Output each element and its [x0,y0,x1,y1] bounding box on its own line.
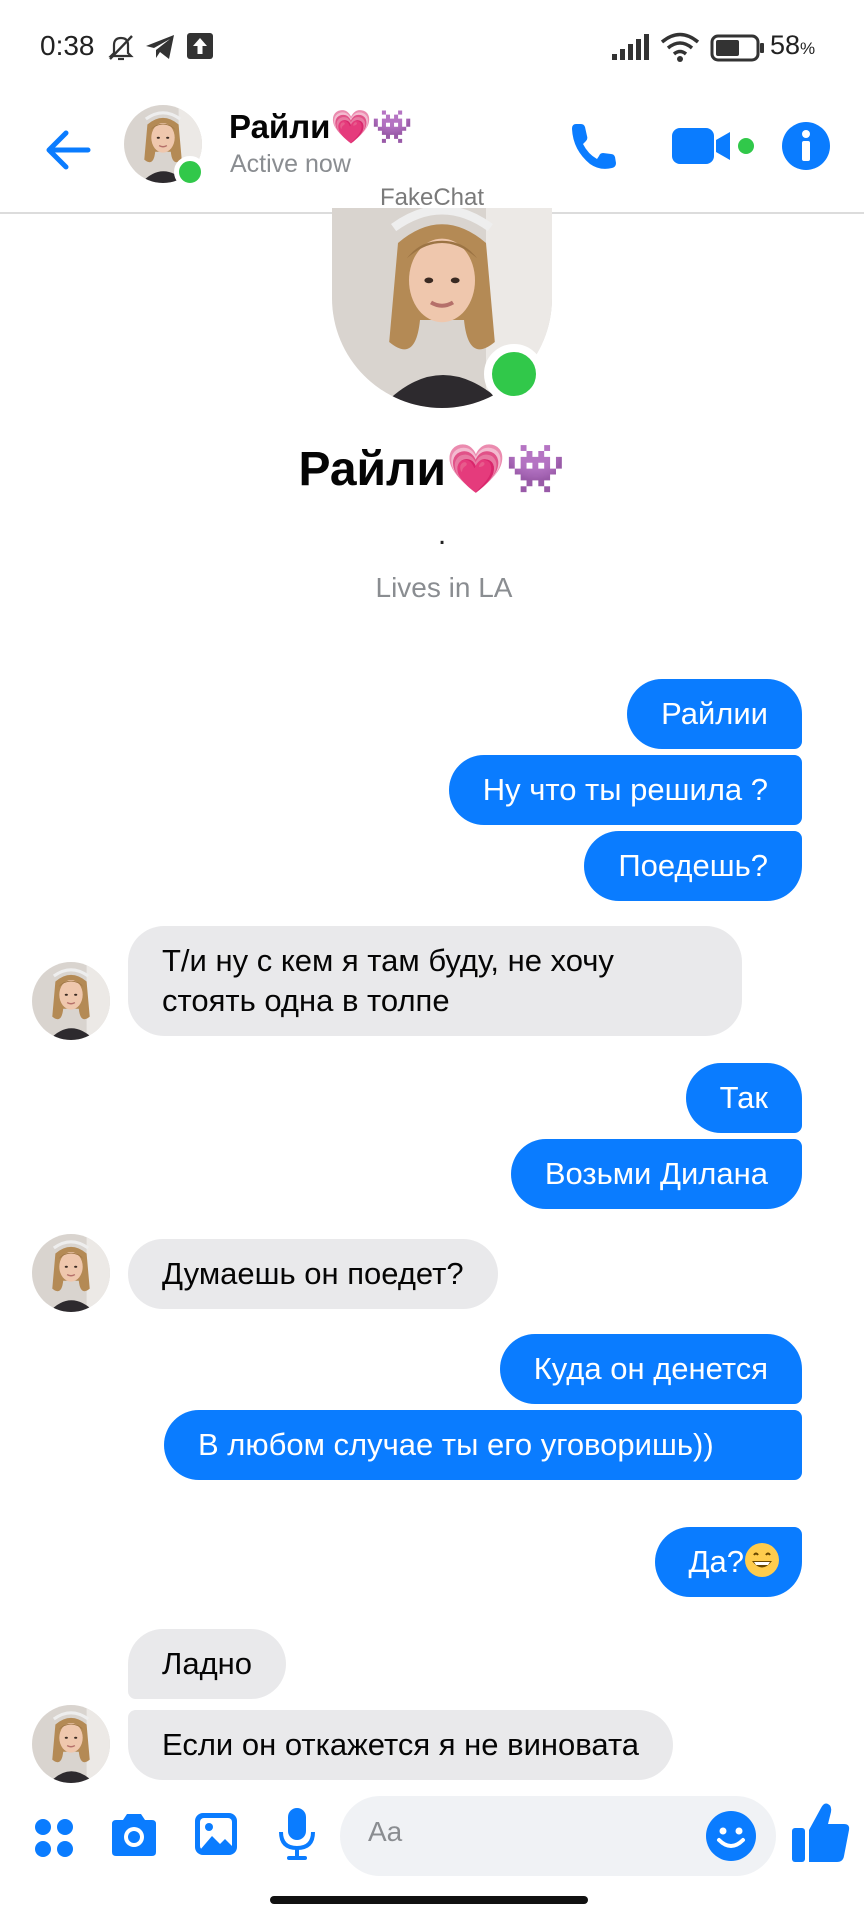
message-outgoing[interactable]: Поедешь? [584,831,802,901]
message-outgoing[interactable]: Ну что ты решила ? [448,755,802,825]
grinning-emoji-icon [745,1543,779,1577]
info-icon[interactable] [780,120,832,172]
message-outgoing[interactable]: Возьми Дилана [510,1139,802,1209]
message-incoming[interactable]: Если он откажется я не виновата [128,1710,674,1780]
profile-bio: . [437,518,447,551]
message-text: Да? [688,1544,744,1579]
signal-icon [612,34,649,60]
avatar-photo [32,962,110,1040]
active-status: Active now [230,150,351,178]
emoji-icon[interactable] [704,1809,758,1863]
gallery-icon[interactable] [192,1810,240,1858]
avatar[interactable] [32,962,110,1040]
message-incoming[interactable]: Ладно [128,1629,287,1699]
message-outgoing[interactable]: Райлии [627,679,802,749]
wifi-icon [660,32,700,62]
message-input-box[interactable] [340,1796,776,1876]
status-bar: 0:38 58% [0,0,864,96]
contact-name[interactable]: Райли💗👾 [229,108,413,147]
message-outgoing[interactable]: Так [685,1063,802,1133]
message-incoming[interactable]: Т/и ну с кем я там буду, не хочу стоять … [128,926,742,1036]
battery-percentage: 58% [770,30,816,60]
upload-icon [187,33,213,59]
avatar-photo [32,1234,110,1312]
message-incoming[interactable]: Думаешь он поедет? [128,1239,498,1309]
message-composer [0,1792,864,1882]
profile-location: Lives in LA [375,572,513,603]
camera-icon[interactable] [108,1812,160,1858]
video-camera-icon[interactable] [670,122,760,172]
avatar[interactable] [32,1705,110,1783]
profile-online-indicator [484,344,544,404]
battery-icon [710,34,764,62]
bell-off-icon [108,35,134,61]
microphone-icon[interactable] [276,1806,318,1862]
message-input[interactable] [368,1816,688,1848]
message-outgoing[interactable]: В любом случае ты его уговоришь)) [164,1410,802,1480]
apps-icon[interactable] [32,1816,76,1860]
status-time: 0:38 [40,30,95,61]
back-arrow-icon[interactable] [40,122,96,178]
telegram-icon [146,35,174,59]
phone-icon[interactable] [566,118,622,174]
thumbs-up-icon[interactable] [790,1800,852,1866]
message-outgoing[interactable]: Да? [654,1527,802,1597]
message-outgoing[interactable]: Куда он денется [499,1334,802,1404]
profile-name: Райли💗👾 [298,443,566,496]
avatar-photo [32,1705,110,1783]
avatar[interactable] [32,1234,110,1312]
gesture-navigation-bar[interactable] [270,1896,588,1904]
